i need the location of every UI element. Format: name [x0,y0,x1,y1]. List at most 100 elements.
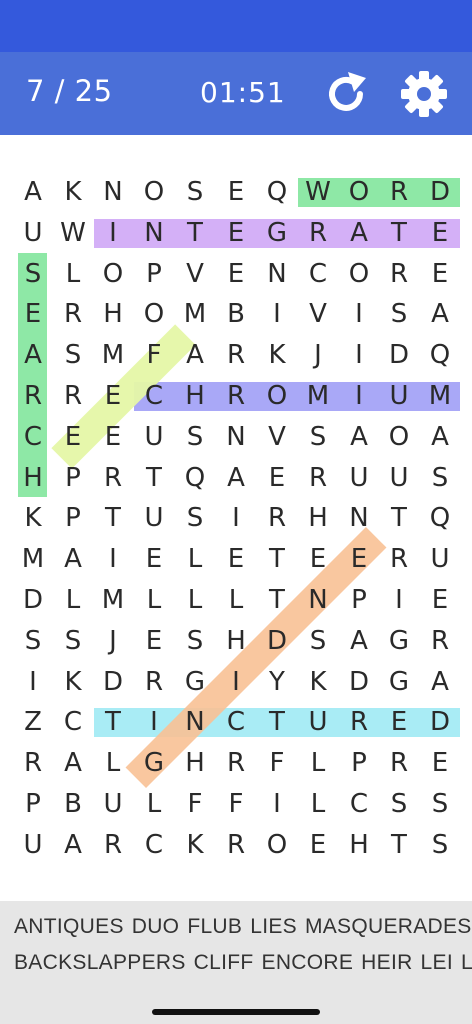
grid-cell[interactable]: B [216,295,256,333]
grid-cell[interactable]: R [257,499,297,537]
grid-cell[interactable]: M [93,581,133,619]
grid-cell[interactable]: K [257,336,297,374]
grid-cell[interactable]: E [257,459,297,497]
grid-cell[interactable]: I [257,295,297,333]
grid-cell[interactable]: V [175,255,215,293]
grid-cell[interactable]: D [13,581,53,619]
grid-cell[interactable]: O [339,255,379,293]
grid-cell[interactable]: A [175,336,215,374]
grid-cell[interactable]: L [53,255,93,293]
grid-cell[interactable]: D [257,622,297,660]
grid-cell[interactable]: S [53,622,93,660]
grid-cell[interactable]: U [298,703,338,741]
grid-cell[interactable]: E [420,581,460,619]
grid-cell[interactable]: L [216,581,256,619]
grid-cell[interactable]: R [13,744,53,782]
grid-cell[interactable]: R [339,703,379,741]
grid-cell[interactable]: I [216,499,256,537]
grid-cell[interactable]: R [216,826,256,864]
grid-cell[interactable]: P [339,581,379,619]
grid-cell[interactable]: F [257,744,297,782]
grid-cell[interactable]: E [420,255,460,293]
grid-cell[interactable]: S [175,173,215,211]
grid-cell[interactable]: F [134,336,174,374]
grid-cell[interactable]: A [53,540,93,578]
grid-cell[interactable]: N [339,499,379,537]
grid-cell[interactable]: D [420,703,460,741]
grid-cell[interactable]: P [339,744,379,782]
grid-cell[interactable]: G [134,744,174,782]
grid-cell[interactable]: I [339,295,379,333]
grid-cell[interactable]: S [175,499,215,537]
grid-cell[interactable]: E [216,173,256,211]
grid-cell[interactable]: Q [175,459,215,497]
grid-cell[interactable]: D [339,663,379,701]
grid-cell[interactable]: W [298,173,338,211]
grid-cell[interactable]: H [175,744,215,782]
grid-cell[interactable]: T [134,459,174,497]
grid-cell[interactable]: H [298,499,338,537]
grid-cell[interactable]: U [13,826,53,864]
grid-cell[interactable]: U [339,459,379,497]
grid-cell[interactable]: K [175,826,215,864]
grid-cell[interactable]: A [420,418,460,456]
grid-cell[interactable]: R [298,459,338,497]
grid-cell[interactable]: L [53,581,93,619]
grid-cell[interactable]: E [298,826,338,864]
grid-cell[interactable]: A [339,418,379,456]
grid-cell[interactable]: O [257,826,297,864]
grid-cell[interactable]: I [379,581,419,619]
grid-cell[interactable]: H [13,459,53,497]
grid-cell[interactable]: F [175,785,215,823]
settings-button[interactable] [398,68,450,120]
home-indicator[interactable] [152,1009,320,1015]
grid-cell[interactable]: E [53,418,93,456]
grid-cell[interactable]: I [339,336,379,374]
grid-cell[interactable]: U [13,214,53,252]
grid-cell[interactable]: C [13,418,53,456]
grid-cell[interactable]: K [53,663,93,701]
grid-cell[interactable]: L [298,744,338,782]
grid-cell[interactable]: S [298,622,338,660]
grid-cell[interactable]: M [175,295,215,333]
grid-cell[interactable]: S [379,785,419,823]
grid-cell[interactable]: I [134,703,174,741]
grid-cell[interactable]: M [420,377,460,415]
grid-cell[interactable]: T [379,826,419,864]
grid-cell[interactable]: P [53,499,93,537]
grid-cell[interactable]: Z [13,703,53,741]
grid-cell[interactable]: R [53,377,93,415]
grid-cell[interactable]: O [134,173,174,211]
grid-cell[interactable]: S [13,622,53,660]
grid-cell[interactable]: T [93,703,133,741]
grid-cell[interactable]: R [379,744,419,782]
grid-cell[interactable]: C [134,377,174,415]
grid-cell[interactable]: S [175,622,215,660]
grid-cell[interactable]: D [420,173,460,211]
grid-cell[interactable]: F [216,785,256,823]
grid-cell[interactable]: N [257,255,297,293]
grid-cell[interactable]: T [93,499,133,537]
grid-cell[interactable]: U [93,785,133,823]
grid-cell[interactable]: N [134,214,174,252]
grid-cell[interactable]: L [134,785,174,823]
grid-cell[interactable]: R [93,826,133,864]
grid-cell[interactable]: G [379,622,419,660]
grid-cell[interactable]: E [216,255,256,293]
grid-cell[interactable]: T [257,581,297,619]
grid-cell[interactable]: R [379,173,419,211]
grid-cell[interactable]: E [420,214,460,252]
grid-cell[interactable]: T [379,214,419,252]
grid-cell[interactable]: E [420,744,460,782]
grid-cell[interactable]: A [216,459,256,497]
grid-cell[interactable]: K [298,663,338,701]
grid-cell[interactable]: A [339,622,379,660]
grid-cell[interactable]: I [93,540,133,578]
refresh-button[interactable] [320,68,372,120]
grid-cell[interactable]: E [339,540,379,578]
grid-cell[interactable]: R [53,295,93,333]
grid-cell[interactable]: K [53,173,93,211]
puzzle-grid[interactable]: AKNOSEQWORDUWINTEGRATESLOPVENCOREERHOMBI… [0,135,472,901]
grid-cell[interactable]: C [134,826,174,864]
grid-cell[interactable]: R [216,377,256,415]
